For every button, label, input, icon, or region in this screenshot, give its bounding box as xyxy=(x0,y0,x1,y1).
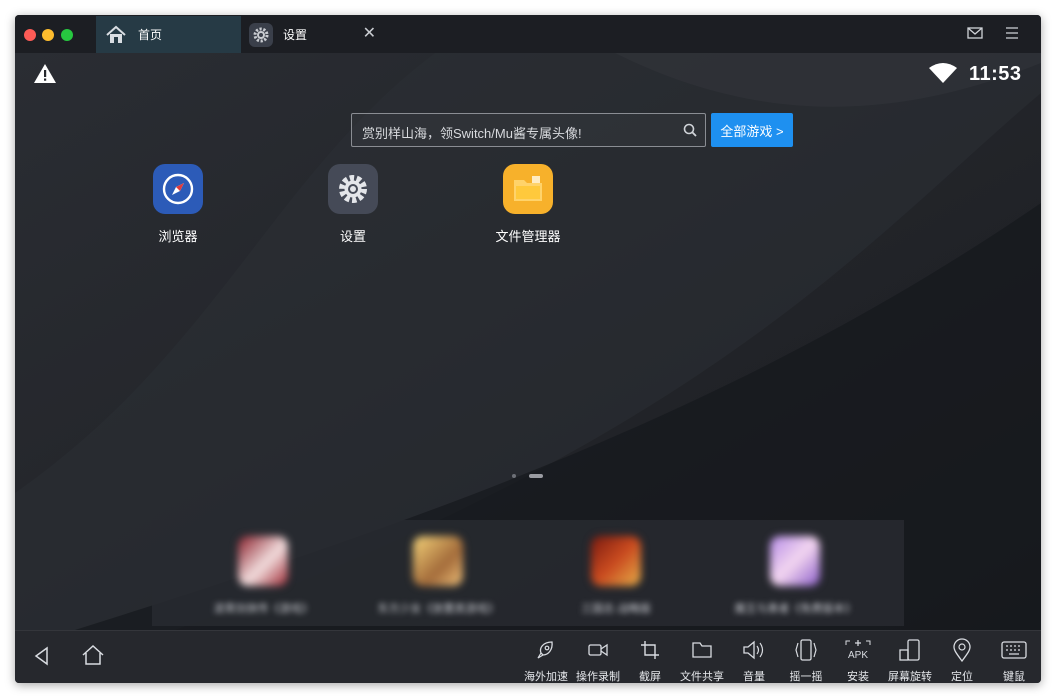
app-label: 设置 xyxy=(339,229,366,244)
back-icon[interactable] xyxy=(33,646,51,671)
video-icon xyxy=(570,638,626,662)
tool-label: 键鼠 xyxy=(1003,671,1025,683)
overseas-boost-button[interactable]: 海外加速 xyxy=(518,638,574,683)
tool-label: 海外加速 xyxy=(524,671,568,683)
keyboard-icon xyxy=(986,638,1041,662)
gear-icon xyxy=(328,164,378,214)
tab-settings[interactable]: 设置 ✕ xyxy=(241,16,386,53)
location-button[interactable]: 定位 xyxy=(934,638,990,683)
tool-label: 操作录制 xyxy=(576,671,620,683)
rotate-screen-button[interactable]: 屏幕旋转 xyxy=(882,638,938,683)
game-label: 三国志·战略版 xyxy=(581,603,651,615)
game-label: 凌霄剑侠传《游戏》 xyxy=(213,603,313,615)
folder-icon xyxy=(503,164,553,214)
location-icon xyxy=(934,638,990,662)
warning-icon xyxy=(33,63,57,89)
apk-text: APK xyxy=(848,650,868,661)
search-placeholder: 赏别样山海，领Switch/Mu酱专属头像! xyxy=(362,126,582,141)
wifi-icon xyxy=(928,62,958,89)
home-icon[interactable] xyxy=(81,644,105,671)
game-item[interactable]: 三国志·战略版 xyxy=(541,536,691,616)
keyboard-mouse-button[interactable]: 键鼠 xyxy=(986,638,1041,683)
close-window-button[interactable] xyxy=(24,29,36,41)
bottom-toolbar: 海外加速 操作录制 截屏 文件共享 音量 摇一摇 APK 安装 屏幕旋转 定位 … xyxy=(15,630,1041,683)
game-icon xyxy=(591,536,641,586)
game-item[interactable]: 凌霄剑侠传《游戏》 xyxy=(188,536,338,616)
page-dot-active[interactable] xyxy=(529,474,543,478)
record-button[interactable]: 操作录制 xyxy=(570,638,626,683)
game-icon xyxy=(238,536,288,586)
tool-label: 摇一摇 xyxy=(789,671,823,683)
gear-icon xyxy=(249,22,273,47)
page-dot[interactable] xyxy=(512,474,516,478)
search-input[interactable]: 赏别样山海，领Switch/Mu酱专属头像! xyxy=(351,113,706,147)
status-clock: 11:53 xyxy=(969,63,1022,85)
app-settings[interactable]: 设置 xyxy=(303,164,403,245)
install-apk-button[interactable]: APK 安装 xyxy=(830,638,886,683)
search-icon[interactable] xyxy=(683,123,697,142)
game-label: 魔王与勇者《免费版本》 xyxy=(734,603,856,615)
tool-label: 定位 xyxy=(951,671,973,683)
game-icon xyxy=(413,536,463,586)
apk-icon: APK xyxy=(830,638,886,662)
emulator-window: 首页 设置 ✕ 11:53 赏别样山海，领Switch/Mu酱专属头像! 全部游… xyxy=(15,15,1041,683)
compass-icon xyxy=(153,164,203,214)
shake-button[interactable]: 摇一摇 xyxy=(778,638,834,683)
tab-home[interactable]: 首页 xyxy=(96,16,241,53)
folder-icon xyxy=(674,638,730,662)
rotate-icon xyxy=(882,638,938,662)
tool-label: 截屏 xyxy=(639,671,661,683)
menu-icon[interactable] xyxy=(1005,26,1019,45)
game-label: 东方少女《放置类游戏》 xyxy=(377,603,499,615)
game-item[interactable]: 东方少女《放置类游戏》 xyxy=(363,536,513,616)
app-browser[interactable]: 浏览器 xyxy=(128,164,228,245)
recommended-games: 凌霄剑侠传《游戏》 东方少女《放置类游戏》 三国志·战略版 魔王与勇者《免费版本… xyxy=(152,520,904,626)
tool-label: 音量 xyxy=(743,671,765,683)
rocket-icon xyxy=(518,638,574,662)
crop-icon xyxy=(622,638,678,662)
maximize-window-button[interactable] xyxy=(61,29,73,41)
all-games-button[interactable]: 全部游戏 > xyxy=(711,113,793,147)
close-tab-icon[interactable]: ✕ xyxy=(363,25,376,43)
tool-label: 文件共享 xyxy=(680,671,724,683)
volume-icon xyxy=(726,638,782,662)
title-bar: 首页 设置 ✕ xyxy=(15,15,1041,53)
tool-label: 安装 xyxy=(847,671,869,683)
minimize-window-button[interactable] xyxy=(42,29,54,41)
screenshot-button[interactable]: 截屏 xyxy=(622,638,678,683)
game-item[interactable]: 魔王与勇者《免费版本》 xyxy=(720,536,870,616)
tool-label: 屏幕旋转 xyxy=(888,671,932,683)
game-icon xyxy=(770,536,820,586)
home-icon xyxy=(104,23,128,47)
app-file-manager[interactable]: 文件管理器 xyxy=(478,164,578,245)
app-label: 文件管理器 xyxy=(495,229,561,244)
file-share-button[interactable]: 文件共享 xyxy=(674,638,730,683)
tab-label: 设置 xyxy=(283,28,308,42)
mail-icon[interactable] xyxy=(967,26,983,45)
volume-button[interactable]: 音量 xyxy=(726,638,782,683)
tab-label: 首页 xyxy=(138,28,163,42)
app-label: 浏览器 xyxy=(158,229,198,244)
android-screen[interactable]: 11:53 赏别样山海，领Switch/Mu酱专属头像! 全部游戏 > 浏览器 … xyxy=(15,53,1041,630)
shake-icon xyxy=(778,638,834,662)
